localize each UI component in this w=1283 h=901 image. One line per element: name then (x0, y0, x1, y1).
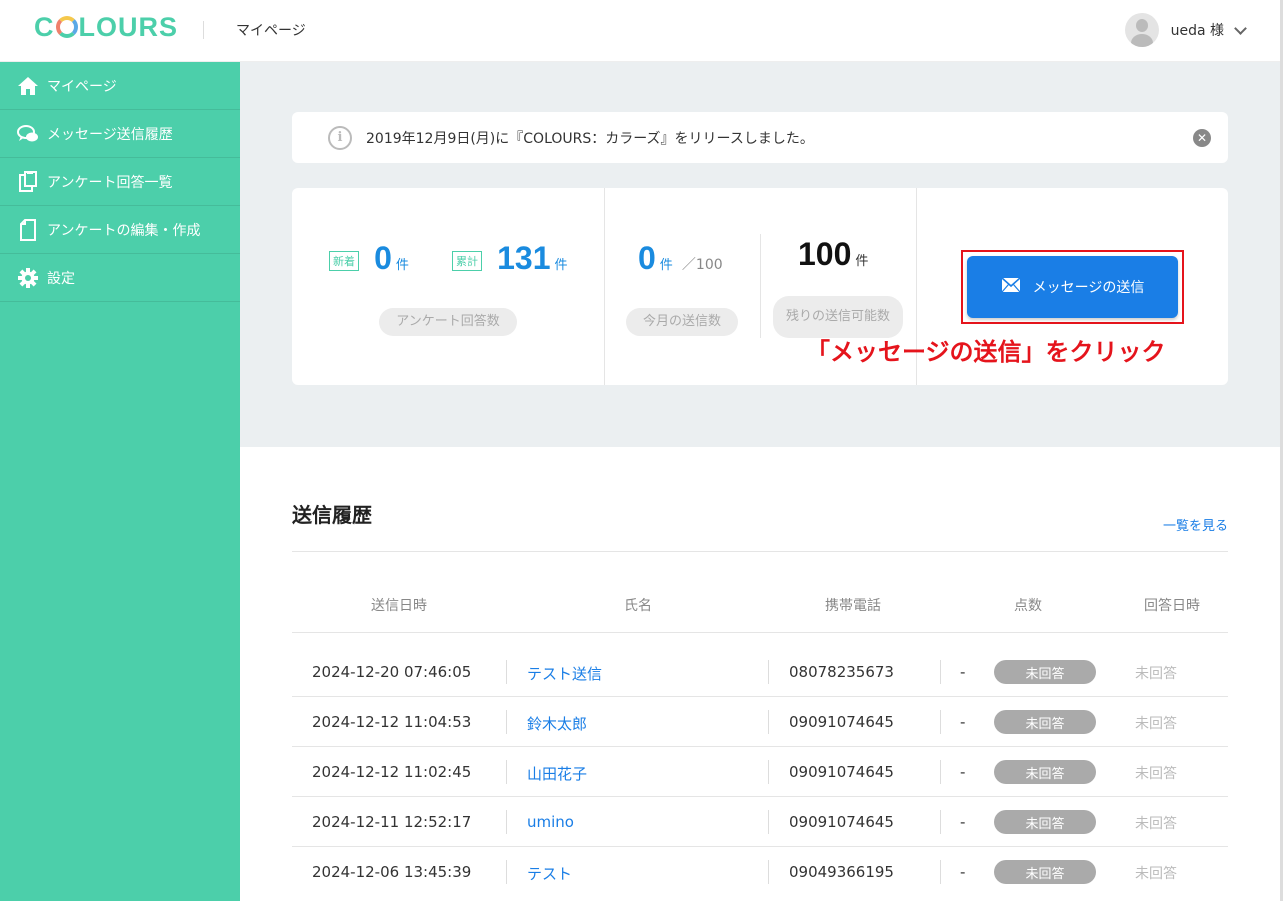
phone-number: 08078235673 (789, 663, 894, 681)
notice-banner: i 2019年12月9日(月)に『COLOURS：カラーズ』をリリースしました。… (292, 112, 1228, 163)
new-count: 0 (374, 240, 392, 276)
answered-date: 未回答 (1135, 866, 1177, 882)
colours-logo[interactable]: C LOURS (34, 12, 178, 43)
remaining-unit: 件 (855, 254, 869, 269)
answered-date: 未回答 (1135, 766, 1177, 782)
status-badge: 未回答 (994, 810, 1096, 834)
recipient-name-link[interactable]: テスト (527, 863, 572, 884)
stat-answers: 新着 0件 累計 131 件 アンケート回答数 (292, 188, 604, 385)
clipboard-icon (17, 170, 39, 193)
user-menu[interactable]: ueda 様 (1124, 13, 1247, 47)
answered-date: 未回答 (1135, 816, 1177, 832)
gear-icon (17, 267, 39, 289)
document-icon (17, 218, 39, 241)
status-badge: 未回答 (994, 660, 1096, 684)
month-count: 0 (638, 240, 656, 276)
user-name: ueda 様 (1170, 23, 1224, 39)
total-count: 131 (497, 240, 551, 276)
home-icon (17, 75, 39, 97)
table-row[interactable]: 2024-12-20 07:46:05 テスト送信 08078235673 - … (292, 647, 1228, 697)
stat-monthly-sent: 0件 ／100 今月の送信数 (604, 188, 760, 385)
divider (292, 551, 1228, 552)
divider (292, 632, 1228, 633)
table-row[interactable]: 2024-12-11 12:52:17 umino 09091074645 - … (292, 797, 1228, 847)
recipient-name-link[interactable]: 鈴木太郎 (527, 713, 587, 734)
score: - (960, 763, 966, 781)
chevron-down-icon (1234, 21, 1247, 35)
recipient-name-link[interactable]: テスト送信 (527, 663, 602, 684)
status-badge: 未回答 (994, 760, 1096, 784)
month-limit: ／100 (681, 257, 723, 273)
sent-date: 2024-12-06 13:45:39 (312, 863, 472, 881)
mail-icon (1001, 277, 1021, 297)
recipient-name-link[interactable]: umino (527, 813, 574, 831)
score: - (960, 713, 966, 731)
answers-label: アンケート回答数 (379, 308, 517, 336)
send-message-label: メッセージの送信 (1032, 280, 1145, 296)
new-unit: 件 (395, 258, 409, 273)
sidebar-item-survey-edit[interactable]: アンケートの編集・作成 (0, 206, 240, 254)
month-unit: 件 (659, 258, 673, 273)
notice-text: 2019年12月9日(月)に『COLOURS：カラーズ』をリリースしました。 (366, 130, 814, 147)
sidebar-item-label: メッセージ送信履歴 (47, 126, 173, 143)
sent-date: 2024-12-12 11:04:53 (312, 713, 472, 731)
table-row[interactable]: 2024-12-06 13:45:39 テスト 09049366195 - 未回… (292, 847, 1228, 897)
section-title: 送信履歴 (292, 503, 372, 527)
highlight-box: メッセージの送信 (961, 250, 1184, 324)
recipient-name-link[interactable]: 山田花子 (527, 763, 587, 784)
table-row[interactable]: 2024-12-12 11:02:45 山田花子 09091074645 - 未… (292, 747, 1228, 797)
answered-date: 未回答 (1135, 716, 1177, 732)
score: - (960, 813, 966, 831)
column-header-score: 点数 (1014, 598, 1042, 614)
sent-date: 2024-12-20 07:46:05 (312, 663, 472, 681)
stats-panel: 新着 0件 累計 131 件 アンケート回答数 0件 ／100 今月の送信数 10… (292, 188, 1228, 385)
sidebar-item-label: アンケートの編集・作成 (47, 222, 201, 239)
header-divider (203, 21, 204, 39)
answered-date: 未回答 (1135, 666, 1177, 682)
sidebar-item-message-history[interactable]: メッセージ送信履歴 (0, 110, 240, 158)
sidebar-item-label: マイページ (47, 78, 117, 95)
page-title: マイページ (236, 23, 306, 39)
column-header-phone: 携帯電話 (825, 598, 881, 614)
close-icon[interactable]: ✕ (1193, 129, 1211, 147)
month-label: 今月の送信数 (626, 308, 738, 336)
sidebar-item-label: 設定 (47, 270, 75, 287)
chat-icon (17, 123, 39, 145)
sidebar-item-survey-answers[interactable]: アンケート回答一覧 (0, 158, 240, 206)
info-icon: i (328, 125, 352, 150)
table-row[interactable]: 2024-12-12 11:04:53 鈴木太郎 09091074645 - 未… (292, 697, 1228, 747)
score: - (960, 663, 966, 681)
instruction-annotation: 「メッセージの送信」をクリック (806, 338, 1166, 366)
sidebar-item-mypage[interactable]: マイページ (0, 62, 240, 110)
avatar (1124, 13, 1159, 47)
phone-number: 09091074645 (789, 763, 894, 781)
column-header-name: 氏名 (624, 598, 652, 614)
sent-date: 2024-12-12 11:02:45 (312, 763, 472, 781)
sidebar-item-settings[interactable]: 設定 (0, 254, 240, 302)
remaining-count: 100 (798, 236, 852, 272)
phone-number: 09091074645 (789, 813, 894, 831)
phone-number: 09049366195 (789, 863, 894, 881)
view-all-link[interactable]: 一覧を見る (1163, 515, 1228, 534)
total-unit: 件 (554, 258, 568, 273)
sent-date: 2024-12-11 12:52:17 (312, 813, 472, 831)
phone-number: 09091074645 (789, 713, 894, 731)
dashboard-summary-area: i 2019年12月9日(月)に『COLOURS：カラーズ』をリリースしました。… (240, 62, 1280, 447)
total-tag: 累計 (452, 251, 482, 271)
score: - (960, 863, 966, 881)
status-badge: 未回答 (994, 860, 1096, 884)
sidebar-item-label: アンケート回答一覧 (47, 174, 173, 191)
app-header: C LOURS マイページ ueda 様 (0, 0, 1283, 62)
logo-ring-icon (55, 16, 78, 38)
new-tag: 新着 (329, 251, 359, 271)
sidebar: マイページ メッセージ送信履歴 アンケート回答一覧 アンケートの編集・作成 設定 (0, 62, 240, 901)
column-header-answered-date: 回答日時 (1144, 598, 1200, 614)
send-message-button[interactable]: メッセージの送信 (967, 256, 1178, 318)
status-badge: 未回答 (994, 710, 1096, 734)
column-header-sent-date: 送信日時 (371, 598, 427, 614)
